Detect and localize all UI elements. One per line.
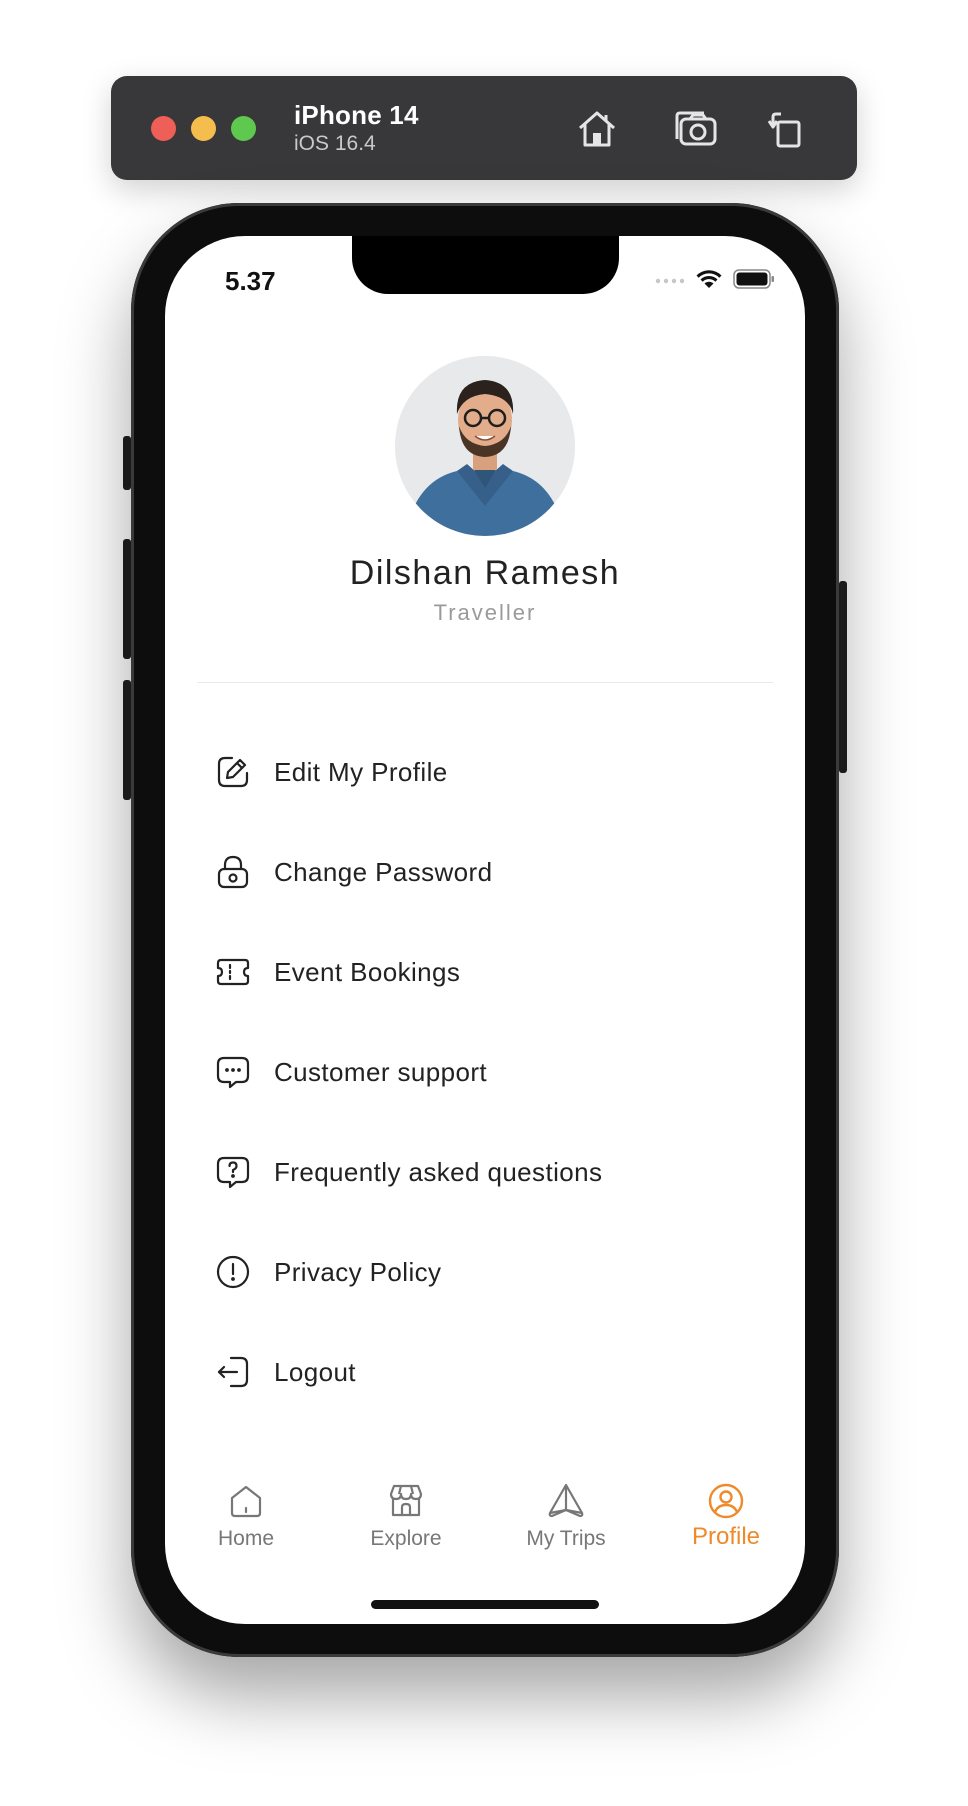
status-time: 5.37 <box>225 266 276 296</box>
os-version: iOS 16.4 <box>294 132 376 155</box>
menu-item-label: Change Password <box>274 856 493 887</box>
avatar <box>395 356 575 536</box>
battery-icon <box>733 269 774 289</box>
home-icon <box>579 111 615 147</box>
profile-menu: Edit My Profile Change Password Event Bo… <box>215 722 775 1422</box>
volume-down-button <box>123 680 131 800</box>
divider <box>197 682 773 683</box>
help-icon <box>215 1154 251 1190</box>
tab-explore[interactable]: Explore <box>346 1481 466 1551</box>
wifi-icon <box>696 270 722 288</box>
screenshot-button[interactable] <box>673 106 719 152</box>
tab-profile[interactable]: Profile <box>666 1481 786 1551</box>
menu-item-label: Frequently asked questions <box>274 1156 603 1187</box>
ticket-icon <box>215 954 251 990</box>
home-indicator <box>371 1600 599 1609</box>
menu-item-event-bookings[interactable]: Event Bookings <box>215 922 775 1022</box>
menu-item-privacy-policy[interactable]: Privacy Policy <box>215 1222 775 1322</box>
signal-icon <box>655 278 685 284</box>
tab-my-trips[interactable]: My Trips <box>506 1481 626 1551</box>
menu-item-faq[interactable]: Frequently asked questions <box>215 1122 775 1222</box>
menu-item-edit-profile[interactable]: Edit My Profile <box>215 722 775 822</box>
status-indicators <box>655 268 775 290</box>
store-icon <box>389 1484 423 1517</box>
menu-item-change-password[interactable]: Change Password <box>215 822 775 922</box>
menu-item-label: Privacy Policy <box>274 1256 442 1287</box>
tab-bar: Home Explore My Trips Profile <box>165 1481 805 1571</box>
home-icon <box>230 1485 262 1518</box>
tab-label: My Trips <box>526 1527 606 1550</box>
menu-item-label: Edit My Profile <box>274 756 448 787</box>
power-button <box>839 581 847 773</box>
user-icon <box>708 1483 744 1519</box>
notch <box>352 236 619 294</box>
menu-item-label: Logout <box>274 1356 356 1387</box>
screenshot-icon <box>675 111 717 146</box>
volume-up-button <box>123 539 131 659</box>
phone-frame: 5.37 Dilshan Ramesh Traveller Edit My Pr… <box>123 203 847 1657</box>
zoom-window-button[interactable] <box>231 116 256 141</box>
menu-item-customer-support[interactable]: Customer support <box>215 1022 775 1122</box>
navigate-icon <box>548 1483 584 1518</box>
close-window-button[interactable] <box>151 116 176 141</box>
home-button[interactable] <box>574 106 620 152</box>
avatar-image <box>395 356 575 536</box>
chat-icon <box>215 1054 251 1090</box>
rotate-icon <box>767 112 801 148</box>
tab-label: Profile <box>691 1523 761 1550</box>
rotate-button[interactable] <box>763 106 809 152</box>
logout-icon <box>215 1354 251 1390</box>
lock-icon <box>215 854 251 890</box>
device-name: iPhone 14 <box>294 100 419 130</box>
simulator-toolbar: iPhone 14 iOS 16.4 <box>111 76 857 180</box>
menu-item-label: Event Bookings <box>274 956 461 987</box>
edit-icon <box>215 754 251 790</box>
alert-icon <box>215 1254 251 1290</box>
menu-item-logout[interactable]: Logout <box>215 1322 775 1422</box>
tab-label: Home <box>217 1527 275 1550</box>
profile-role: Traveller <box>433 600 537 625</box>
silent-switch <box>123 436 131 490</box>
tab-home[interactable]: Home <box>186 1481 306 1551</box>
phone-screen: 5.37 Dilshan Ramesh Traveller Edit My Pr… <box>165 236 805 1624</box>
menu-item-label: Customer support <box>274 1056 488 1087</box>
profile-name: Dilshan Ramesh <box>349 554 621 592</box>
tab-label: Explore <box>370 1527 442 1550</box>
minimize-window-button[interactable] <box>191 116 216 141</box>
